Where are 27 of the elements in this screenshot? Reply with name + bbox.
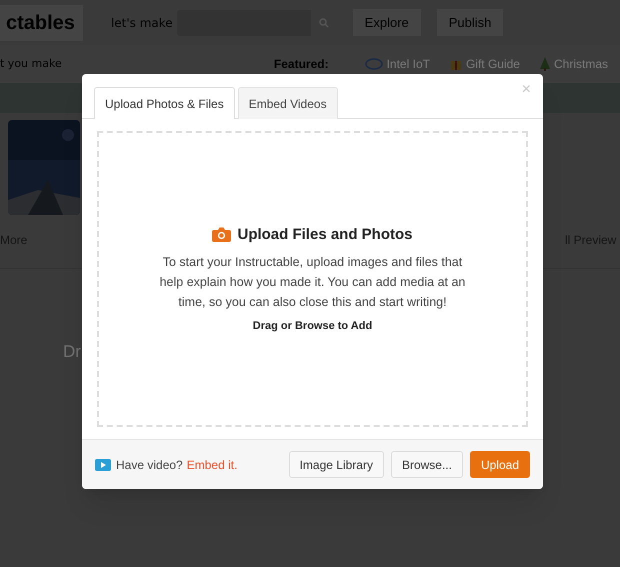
- tagline: t you make: [0, 56, 62, 72]
- tab[interactable]: Upload Photos & Files: [94, 87, 235, 119]
- upload-button[interactable]: Upload: [470, 451, 530, 478]
- close-button[interactable]: ×: [522, 82, 531, 98]
- nav-link[interactable]: Explore: [352, 8, 421, 36]
- footer-button[interactable]: Browse...: [390, 451, 463, 478]
- dropzone-description: To start your Instructable, upload images and files that help explain how you made it. You can add media at an time, so you can also close this and start writing!: [158, 254, 466, 311]
- dropzone-hint: Drag or Browse to Add: [252, 319, 372, 334]
- video-prompt: Have video?: [116, 456, 183, 474]
- search-icon: [318, 18, 329, 28]
- video-icon: [95, 458, 111, 470]
- site-logo[interactable]: ctables: [0, 4, 83, 40]
- tab[interactable]: Embed Videos: [238, 87, 338, 119]
- search-label: let's make: [110, 14, 173, 32]
- featured-link[interactable]: Gift Guide: [466, 55, 520, 73]
- embed-link[interactable]: Embed it.: [186, 456, 238, 474]
- camera-icon: [212, 227, 232, 242]
- footer-button[interactable]: Image Library: [288, 451, 384, 478]
- featured-link[interactable]: Christmas: [554, 55, 608, 73]
- drop-zone[interactable]: [97, 131, 528, 427]
- gift-icon: [450, 58, 462, 70]
- nav-link[interactable]: Publish: [436, 8, 504, 36]
- tree-icon: [540, 57, 550, 71]
- featured-label: Featured:: [274, 56, 329, 73]
- dropzone-title: Upload Files and Photos: [237, 224, 412, 244]
- oval-icon: [364, 58, 383, 70]
- featured-link[interactable]: Intel IoT: [386, 55, 430, 73]
